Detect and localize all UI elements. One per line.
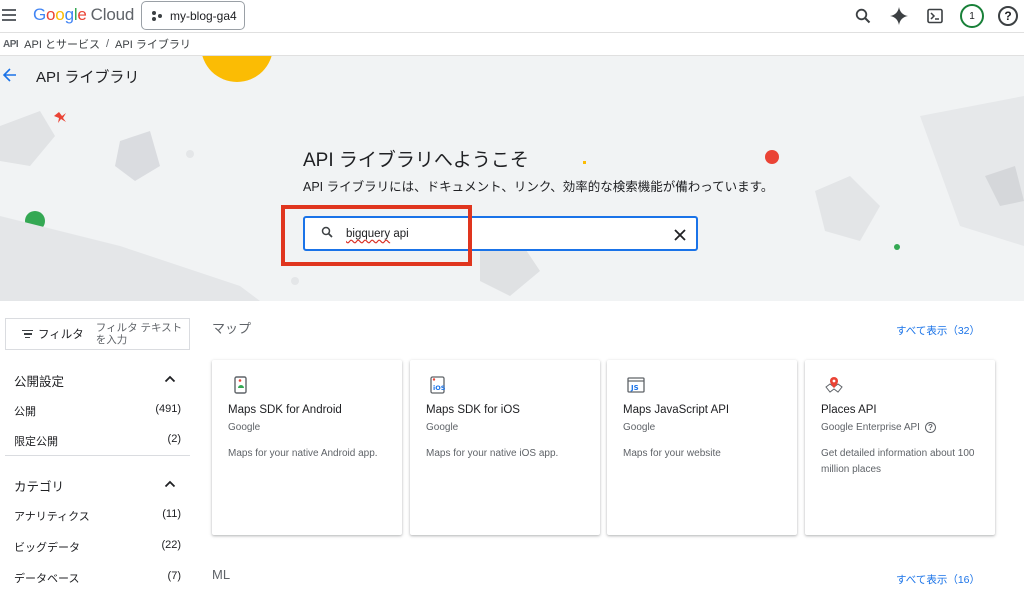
facet-divider	[5, 455, 190, 456]
api-publisher: Google Enterprise API?	[821, 422, 936, 433]
show-all-maps-link[interactable]: すべて表示（32）	[896, 323, 980, 338]
api-description: Maps for your native iOS app.	[426, 448, 559, 459]
api-name: Maps JavaScript API	[623, 404, 730, 416]
project-name: my-blog-ga4	[170, 8, 237, 23]
breadcrumb-item-apis[interactable]: API とサービス	[24, 36, 100, 52]
places-pin-icon	[825, 377, 843, 393]
chevron-up-icon[interactable]	[164, 478, 176, 490]
api-card-maps-android[interactable]: Maps SDK for Android Google Maps for you…	[212, 360, 402, 535]
breadcrumb-separator: /	[105, 38, 110, 50]
hero-title: API ライブラリへようこそ	[303, 150, 529, 171]
api-description: Maps for your website	[623, 448, 721, 459]
facet-item-databases[interactable]: データベース (7)	[14, 570, 181, 586]
project-icon	[152, 10, 162, 21]
filter-placeholder[interactable]: フィルタ テキストを入力	[96, 322, 188, 346]
notifications-badge[interactable]: 1	[960, 4, 984, 28]
header-actions: 1 ?	[852, 4, 1018, 28]
page-title: API ライブラリ	[36, 69, 140, 86]
api-card-maps-ios[interactable]: iOS Maps SDK for iOS Google Maps for you…	[410, 360, 600, 535]
api-publisher: Google	[228, 422, 261, 433]
api-name: Maps SDK for Android	[228, 404, 342, 416]
api-card-maps-javascript[interactable]: JS Maps JavaScript API Google Maps for y…	[607, 360, 797, 535]
section-title-maps: マップ	[212, 321, 252, 336]
facet-item-private[interactable]: 限定公開 (2)	[14, 433, 181, 449]
svg-text:iOS: iOS	[433, 384, 446, 392]
top-app-bar: Google Cloud my-blog-ga4 1 ?	[0, 0, 1024, 32]
ios-maps-icon: iOS	[430, 376, 446, 394]
api-description: Maps for your native Android app.	[228, 448, 378, 459]
breadcrumb-item-library[interactable]: API ライブラリ	[115, 36, 191, 52]
android-maps-icon	[234, 376, 247, 394]
hero-subtitle: API ライブラリには、ドキュメント、リンク、効率的な検索機能が備わっています。	[303, 180, 774, 194]
api-card-places[interactable]: Places API Google Enterprise API? Get de…	[805, 360, 995, 535]
api-icon: API	[3, 38, 19, 50]
show-all-ml-link[interactable]: すべて表示（16）	[896, 572, 980, 587]
hero-banner: API ライブラリ API ライブラリへようこそ API ライブラリには、ドキュ…	[0, 56, 1024, 301]
api-name: Maps SDK for iOS	[426, 404, 520, 416]
api-name: Places API	[821, 404, 877, 416]
search-icon[interactable]	[852, 5, 874, 27]
breadcrumb: API API とサービス / API ライブラリ	[0, 32, 1024, 56]
google-cloud-logo[interactable]: Google Cloud	[33, 5, 134, 25]
facet-item-public[interactable]: 公開 (491)	[14, 403, 181, 419]
cloud-shell-icon[interactable]	[924, 5, 946, 27]
filter-input[interactable]: フィルタ フィルタ テキストを入力	[5, 318, 190, 350]
gemini-sparkle-icon[interactable]	[888, 5, 910, 27]
help-circle-icon[interactable]: ?	[924, 422, 936, 433]
project-selector[interactable]: my-blog-ga4	[141, 1, 245, 30]
back-arrow-icon[interactable]	[2, 66, 17, 87]
facet-item-big-data[interactable]: ビッグデータ (22)	[14, 539, 181, 555]
highlight-annotation-box	[281, 205, 472, 266]
facet-title-category: カテゴリ	[14, 480, 65, 494]
api-publisher: Google	[426, 422, 459, 433]
api-description: Get detailed information about 100 milli…	[821, 448, 975, 475]
clear-search-icon[interactable]	[673, 224, 687, 247]
api-publisher: Google	[623, 422, 656, 433]
filter-icon	[22, 328, 33, 341]
js-maps-icon: JS	[627, 377, 645, 393]
menu-icon[interactable]	[2, 9, 16, 21]
section-title-ml: ML	[212, 567, 231, 582]
chevron-up-icon[interactable]	[164, 373, 176, 385]
filter-label: フィルタ	[38, 329, 84, 341]
facet-title-visibility: 公開設定	[14, 375, 65, 389]
facet-item-analytics[interactable]: アナリティクス (11)	[14, 508, 181, 524]
svg-text:JS: JS	[630, 384, 639, 392]
help-icon[interactable]: ?	[998, 6, 1018, 26]
